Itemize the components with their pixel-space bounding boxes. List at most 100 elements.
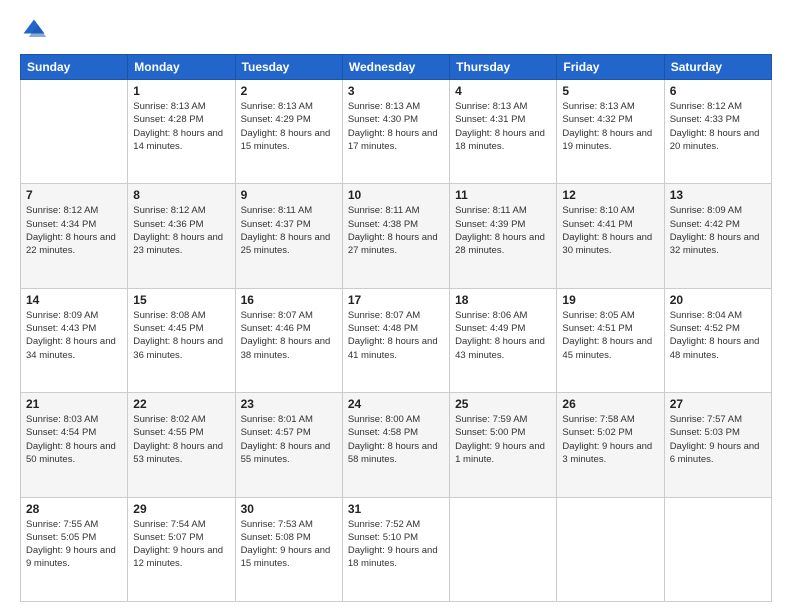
day-number: 31	[348, 502, 444, 516]
weekday-header-wednesday: Wednesday	[342, 55, 449, 80]
calendar-cell: 17 Sunrise: 8:07 AM Sunset: 4:48 PM Dayli…	[342, 288, 449, 392]
calendar-cell	[450, 497, 557, 601]
calendar-cell: 13 Sunrise: 8:09 AM Sunset: 4:42 PM Dayli…	[664, 184, 771, 288]
day-info: Sunrise: 8:12 AM Sunset: 4:36 PM Dayligh…	[133, 204, 229, 257]
day-number: 25	[455, 397, 551, 411]
day-info: Sunrise: 8:06 AM Sunset: 4:49 PM Dayligh…	[455, 309, 551, 362]
calendar-cell	[664, 497, 771, 601]
calendar-cell: 5Sunrise: 8:13 AM Sunset: 4:32 PM Daylig…	[557, 80, 664, 184]
logo-icon	[20, 16, 48, 44]
day-info: Sunrise: 8:09 AM Sunset: 4:43 PM Dayligh…	[26, 309, 122, 362]
weekday-header-tuesday: Tuesday	[235, 55, 342, 80]
day-number: 8	[133, 188, 229, 202]
day-number: 19	[562, 293, 658, 307]
day-number: 18	[455, 293, 551, 307]
calendar-cell: 8 Sunrise: 8:12 AM Sunset: 4:36 PM Daylig…	[128, 184, 235, 288]
day-info: Sunrise: 8:13 AM Sunset: 4:30 PM Dayligh…	[348, 100, 444, 153]
calendar-cell: 14 Sunrise: 8:09 AM Sunset: 4:43 PM Dayli…	[21, 288, 128, 392]
calendar-week-row: 14 Sunrise: 8:09 AM Sunset: 4:43 PM Dayli…	[21, 288, 772, 392]
weekday-header-row: SundayMondayTuesdayWednesdayThursdayFrid…	[21, 55, 772, 80]
calendar-cell: 20 Sunrise: 8:04 AM Sunset: 4:52 PM Dayli…	[664, 288, 771, 392]
day-number: 6	[670, 84, 766, 98]
day-number: 7	[26, 188, 122, 202]
day-info: Sunrise: 8:12 AM Sunset: 4:33 PM Dayligh…	[670, 100, 766, 153]
day-number: 12	[562, 188, 658, 202]
day-info: Sunrise: 7:58 AM Sunset: 5:02 PM Dayligh…	[562, 413, 658, 466]
calendar-week-row: 21 Sunrise: 8:03 AM Sunset: 4:54 PM Dayli…	[21, 393, 772, 497]
day-info: Sunrise: 8:13 AM Sunset: 4:31 PM Dayligh…	[455, 100, 551, 153]
calendar-cell: 30 Sunrise: 7:53 AM Sunset: 5:08 PM Dayli…	[235, 497, 342, 601]
calendar-table: SundayMondayTuesdayWednesdayThursdayFrid…	[20, 54, 772, 602]
day-number: 17	[348, 293, 444, 307]
day-number: 22	[133, 397, 229, 411]
day-number: 2	[241, 84, 337, 98]
calendar-cell: 22Sunrise: 8:02 AM Sunset: 4:55 PM Dayli…	[128, 393, 235, 497]
day-number: 28	[26, 502, 122, 516]
day-number: 24	[348, 397, 444, 411]
day-info: Sunrise: 8:07 AM Sunset: 4:48 PM Dayligh…	[348, 309, 444, 362]
calendar-cell: 12Sunrise: 8:10 AM Sunset: 4:41 PM Dayli…	[557, 184, 664, 288]
day-info: Sunrise: 8:09 AM Sunset: 4:42 PM Dayligh…	[670, 204, 766, 257]
day-number: 29	[133, 502, 229, 516]
day-info: Sunrise: 8:11 AM Sunset: 4:38 PM Dayligh…	[348, 204, 444, 257]
day-info: Sunrise: 7:59 AM Sunset: 5:00 PM Dayligh…	[455, 413, 551, 466]
day-info: Sunrise: 8:03 AM Sunset: 4:54 PM Dayligh…	[26, 413, 122, 466]
day-number: 13	[670, 188, 766, 202]
calendar-body: 1Sunrise: 8:13 AM Sunset: 4:28 PM Daylig…	[21, 80, 772, 602]
calendar-cell: 21 Sunrise: 8:03 AM Sunset: 4:54 PM Dayli…	[21, 393, 128, 497]
day-info: Sunrise: 8:12 AM Sunset: 4:34 PM Dayligh…	[26, 204, 122, 257]
day-info: Sunrise: 8:07 AM Sunset: 4:46 PM Dayligh…	[241, 309, 337, 362]
calendar-cell: 19 Sunrise: 8:05 AM Sunset: 4:51 PM Dayli…	[557, 288, 664, 392]
calendar-header: SundayMondayTuesdayWednesdayThursdayFrid…	[21, 55, 772, 80]
day-number: 26	[562, 397, 658, 411]
day-number: 21	[26, 397, 122, 411]
day-number: 9	[241, 188, 337, 202]
calendar-cell: 1Sunrise: 8:13 AM Sunset: 4:28 PM Daylig…	[128, 80, 235, 184]
day-number: 10	[348, 188, 444, 202]
calendar-cell: 3 Sunrise: 8:13 AM Sunset: 4:30 PM Daylig…	[342, 80, 449, 184]
day-info: Sunrise: 7:54 AM Sunset: 5:07 PM Dayligh…	[133, 518, 229, 571]
calendar-cell: 4 Sunrise: 8:13 AM Sunset: 4:31 PM Daylig…	[450, 80, 557, 184]
calendar-cell: 25 Sunrise: 7:59 AM Sunset: 5:00 PM Dayli…	[450, 393, 557, 497]
calendar-cell: 31Sunrise: 7:52 AM Sunset: 5:10 PM Dayli…	[342, 497, 449, 601]
calendar-cell: 15Sunrise: 8:08 AM Sunset: 4:45 PM Dayli…	[128, 288, 235, 392]
day-number: 20	[670, 293, 766, 307]
calendar-cell: 7 Sunrise: 8:12 AM Sunset: 4:34 PM Daylig…	[21, 184, 128, 288]
day-number: 3	[348, 84, 444, 98]
day-info: Sunrise: 7:57 AM Sunset: 5:03 PM Dayligh…	[670, 413, 766, 466]
day-info: Sunrise: 8:11 AM Sunset: 4:39 PM Dayligh…	[455, 204, 551, 257]
calendar-week-row: 1Sunrise: 8:13 AM Sunset: 4:28 PM Daylig…	[21, 80, 772, 184]
day-info: Sunrise: 8:04 AM Sunset: 4:52 PM Dayligh…	[670, 309, 766, 362]
calendar-cell: 11 Sunrise: 8:11 AM Sunset: 4:39 PM Dayli…	[450, 184, 557, 288]
calendar-cell: 6 Sunrise: 8:12 AM Sunset: 4:33 PM Daylig…	[664, 80, 771, 184]
day-info: Sunrise: 8:13 AM Sunset: 4:29 PM Dayligh…	[241, 100, 337, 153]
day-info: Sunrise: 8:11 AM Sunset: 4:37 PM Dayligh…	[241, 204, 337, 257]
logo	[20, 16, 52, 44]
header	[20, 16, 772, 44]
day-number: 15	[133, 293, 229, 307]
day-number: 5	[562, 84, 658, 98]
calendar-cell: 2 Sunrise: 8:13 AM Sunset: 4:29 PM Daylig…	[235, 80, 342, 184]
calendar-cell: 24 Sunrise: 8:00 AM Sunset: 4:58 PM Dayli…	[342, 393, 449, 497]
day-number: 23	[241, 397, 337, 411]
calendar-cell: 23 Sunrise: 8:01 AM Sunset: 4:57 PM Dayli…	[235, 393, 342, 497]
calendar-cell: 16Sunrise: 8:07 AM Sunset: 4:46 PM Dayli…	[235, 288, 342, 392]
day-number: 4	[455, 84, 551, 98]
day-info: Sunrise: 7:55 AM Sunset: 5:05 PM Dayligh…	[26, 518, 122, 571]
day-info: Sunrise: 7:53 AM Sunset: 5:08 PM Dayligh…	[241, 518, 337, 571]
calendar-week-row: 7 Sunrise: 8:12 AM Sunset: 4:34 PM Daylig…	[21, 184, 772, 288]
calendar-cell: 18 Sunrise: 8:06 AM Sunset: 4:49 PM Dayli…	[450, 288, 557, 392]
day-info: Sunrise: 8:01 AM Sunset: 4:57 PM Dayligh…	[241, 413, 337, 466]
page: SundayMondayTuesdayWednesdayThursdayFrid…	[0, 0, 792, 612]
day-info: Sunrise: 8:00 AM Sunset: 4:58 PM Dayligh…	[348, 413, 444, 466]
calendar-cell	[21, 80, 128, 184]
weekday-header-saturday: Saturday	[664, 55, 771, 80]
day-number: 11	[455, 188, 551, 202]
calendar-week-row: 28 Sunrise: 7:55 AM Sunset: 5:05 PM Dayli…	[21, 497, 772, 601]
day-number: 14	[26, 293, 122, 307]
day-number: 30	[241, 502, 337, 516]
weekday-header-sunday: Sunday	[21, 55, 128, 80]
day-info: Sunrise: 8:05 AM Sunset: 4:51 PM Dayligh…	[562, 309, 658, 362]
weekday-header-thursday: Thursday	[450, 55, 557, 80]
calendar-cell: 10 Sunrise: 8:11 AM Sunset: 4:38 PM Dayli…	[342, 184, 449, 288]
